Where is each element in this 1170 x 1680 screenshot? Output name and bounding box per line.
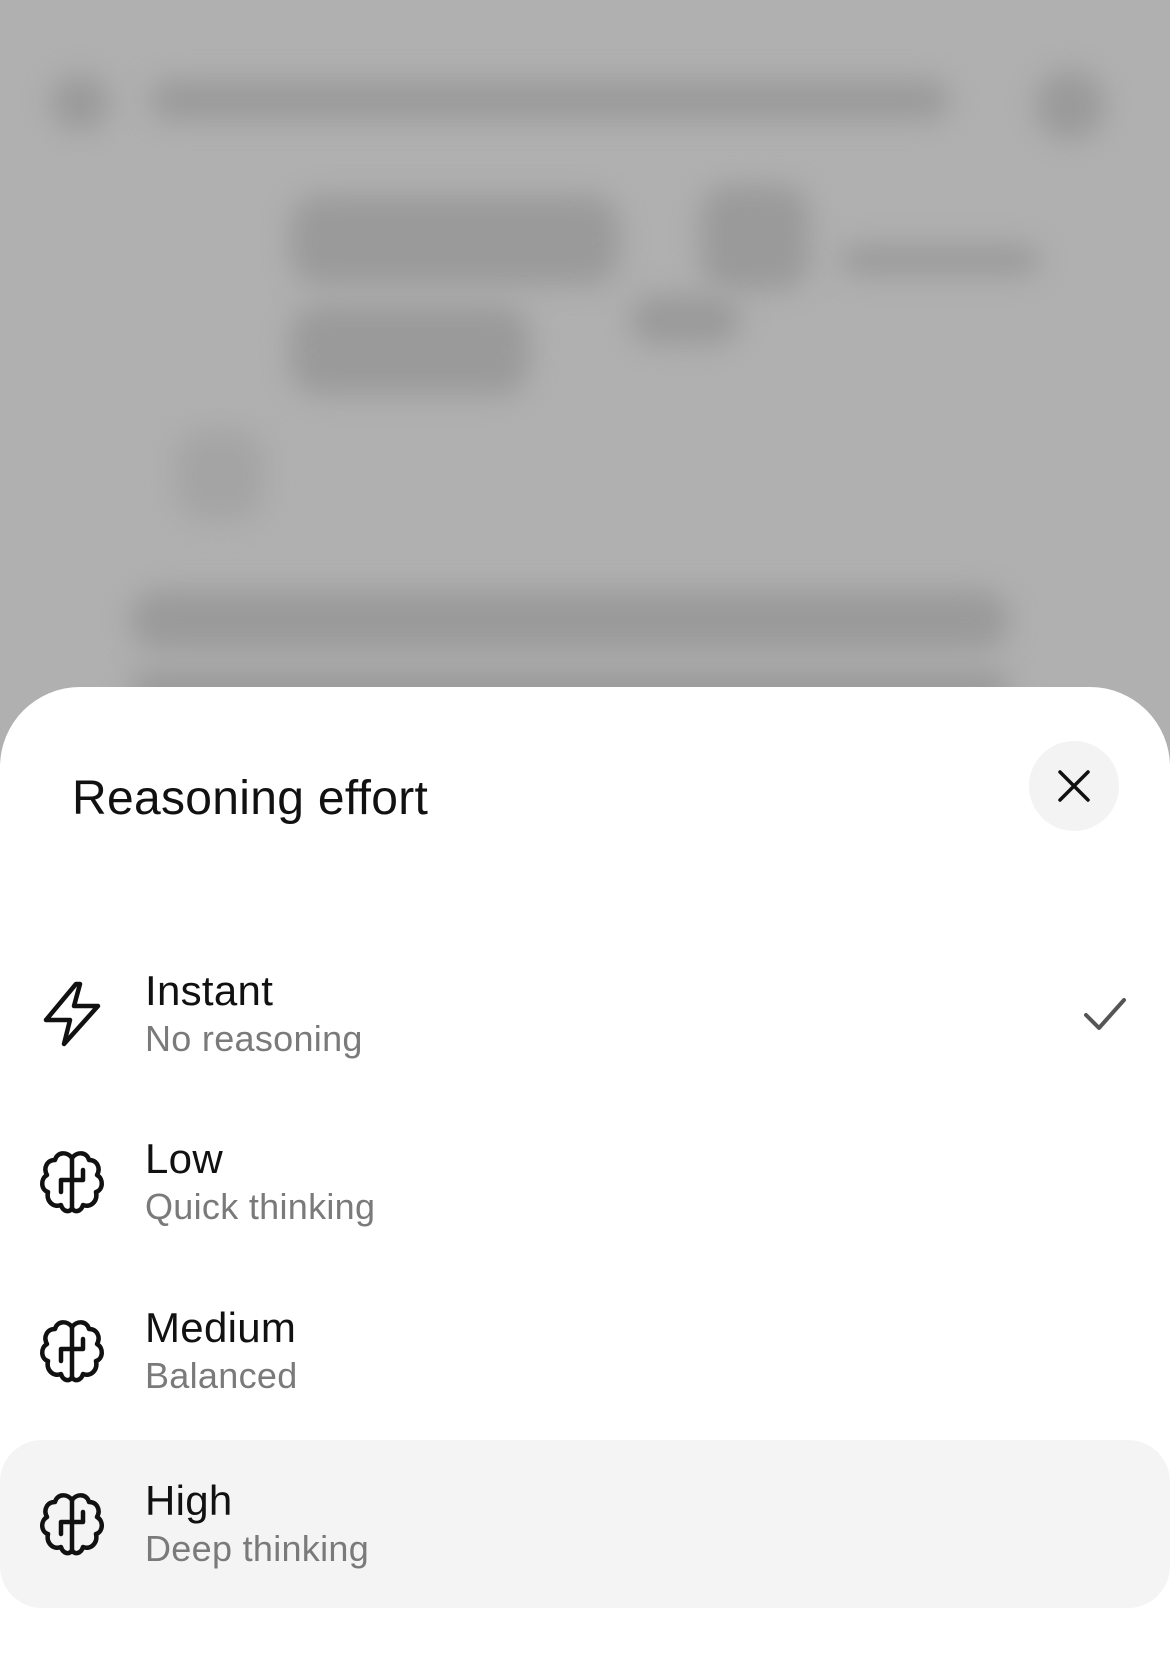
blurred-content-block	[290, 195, 620, 285]
option-label: Low	[145, 1135, 223, 1182]
blurred-content-block	[630, 295, 740, 345]
blurred-content-line	[130, 590, 1010, 650]
close-icon	[1056, 768, 1092, 804]
blurred-header-icon	[1035, 70, 1105, 140]
option-text: High Deep thinking	[145, 1476, 369, 1572]
blurred-content-block	[700, 185, 810, 290]
check-icon	[1080, 989, 1130, 1039]
option-medium[interactable]: Medium Balanced	[0, 1267, 1170, 1435]
option-label: Instant	[145, 967, 274, 1014]
option-description: Balanced	[145, 1355, 298, 1396]
lightning-icon	[36, 978, 108, 1050]
blurred-content-block	[175, 430, 265, 520]
option-text: Instant No reasoning	[145, 966, 363, 1062]
option-description: No reasoning	[145, 1018, 363, 1059]
option-text: Medium Balanced	[145, 1303, 298, 1399]
blurred-content-block	[290, 305, 530, 395]
brain-icon	[36, 1488, 108, 1560]
option-text: Low Quick thinking	[145, 1134, 375, 1230]
blurred-header-text	[150, 80, 950, 120]
option-label: Medium	[145, 1304, 297, 1351]
brain-icon	[36, 1146, 108, 1218]
option-high[interactable]: High Deep thinking	[0, 1440, 1170, 1608]
blurred-back-icon	[50, 75, 110, 130]
blurred-content-block	[840, 245, 1040, 275]
option-instant[interactable]: Instant No reasoning	[0, 930, 1170, 1098]
brain-icon	[36, 1315, 108, 1387]
option-description: Deep thinking	[145, 1528, 370, 1569]
option-description: Quick thinking	[145, 1186, 376, 1227]
option-low[interactable]: Low Quick thinking	[0, 1098, 1170, 1266]
close-button[interactable]	[1029, 741, 1119, 831]
sheet-title: Reasoning effort	[72, 772, 429, 825]
option-label: High	[145, 1477, 233, 1524]
